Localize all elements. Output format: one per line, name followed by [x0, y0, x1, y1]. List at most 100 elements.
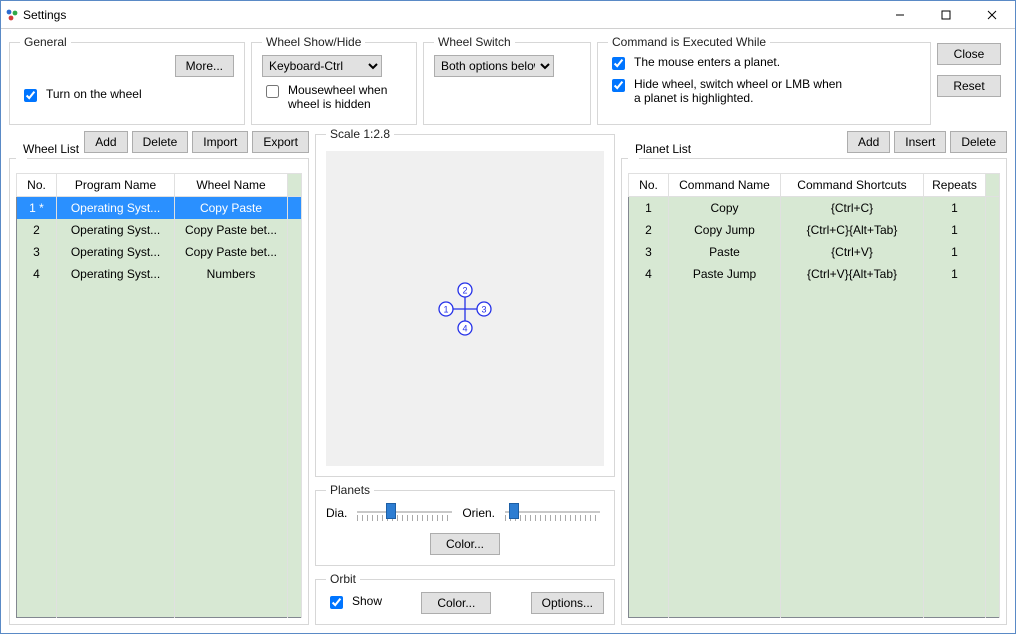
table-row[interactable] [629, 485, 1000, 507]
exec-mouse-enters-checkbox[interactable]: The mouse enters a planet. [608, 55, 920, 73]
close-button[interactable]: Close [937, 43, 1001, 65]
table-row[interactable] [17, 374, 302, 396]
table-row[interactable] [629, 529, 1000, 551]
table-row[interactable] [629, 329, 1000, 351]
group-exec-while-legend: Command is Executed While [608, 35, 770, 49]
wheel-delete-button[interactable]: Delete [132, 131, 189, 153]
table-row[interactable] [17, 595, 302, 617]
table-row[interactable] [17, 507, 302, 529]
table-row[interactable] [17, 440, 302, 462]
dia-label: Dia. [326, 506, 347, 520]
wheel-list-frame: . No. Program Name Wheel Name [9, 151, 309, 625]
table-row[interactable] [629, 307, 1000, 329]
planet-col-no[interactable]: No. [629, 174, 669, 197]
wheel-switch-select[interactable]: Both options below [434, 55, 554, 77]
planet-col-cmd[interactable]: Command Name [669, 174, 781, 197]
table-row[interactable] [629, 595, 1000, 617]
titlebar: Settings [1, 1, 1015, 29]
planet-insert-button[interactable]: Insert [894, 131, 946, 153]
table-row[interactable] [629, 551, 1000, 573]
svg-text:1: 1 [443, 304, 448, 314]
planet-list-frame: . No. Command Name Command Shor [621, 151, 1007, 625]
planet-col-sc[interactable]: Command Shortcuts [781, 174, 924, 197]
table-row[interactable] [17, 529, 302, 551]
turn-on-wheel-checkbox[interactable]: Turn on the wheel [20, 87, 234, 105]
group-exec-while: Command is Executed While The mouse ente… [597, 35, 931, 125]
svg-text:2: 2 [462, 285, 467, 295]
group-show-hide-legend: Wheel Show/Hide [262, 35, 365, 49]
minimize-button[interactable] [877, 1, 923, 28]
table-row[interactable] [17, 329, 302, 351]
wheel-list-legend: Wheel List [19, 142, 83, 156]
orbit-options-button[interactable]: Options... [531, 592, 604, 614]
table-row[interactable] [17, 573, 302, 595]
group-orbit: Orbit Show Color... Options... [315, 572, 615, 625]
dia-slider[interactable] [357, 503, 452, 523]
mousewheel-hidden-checkbox[interactable]: Mousewheel when wheel is hidden [262, 83, 406, 111]
table-row[interactable]: 3Operating Syst...Copy Paste bet... [17, 241, 302, 263]
show-hide-select[interactable]: Keyboard-Ctrl [262, 55, 382, 77]
table-row[interactable] [17, 485, 302, 507]
wheel-list-grid[interactable]: No. Program Name Wheel Name 1 *Operating… [16, 173, 302, 618]
table-row[interactable]: 1 *Operating Syst...Copy Paste [17, 197, 302, 219]
table-row[interactable] [629, 462, 1000, 484]
table-row[interactable]: 4Paste Jump{Ctrl+V}{Alt+Tab}1 [629, 263, 1000, 285]
group-scale: Scale 1:2.8 2 3 4 1 [315, 127, 615, 477]
table-row[interactable] [629, 418, 1000, 440]
group-general-legend: General [20, 35, 71, 49]
maximize-button[interactable] [923, 1, 969, 28]
wheel-col-no[interactable]: No. [17, 174, 57, 197]
close-window-button[interactable] [969, 1, 1015, 28]
orien-slider[interactable] [505, 503, 600, 523]
wheel-col-wheel[interactable]: Wheel Name [175, 174, 288, 197]
orbit-show-label: Show [352, 594, 382, 608]
orbit-color-button[interactable]: Color... [421, 592, 491, 614]
table-row[interactable]: 2Operating Syst...Copy Paste bet... [17, 219, 302, 241]
svg-text:4: 4 [462, 323, 467, 333]
planets-color-button[interactable]: Color... [430, 533, 500, 555]
table-row[interactable] [17, 396, 302, 418]
table-row[interactable]: 1Copy{Ctrl+C}1 [629, 197, 1000, 219]
group-wheel-switch: Wheel Switch Both options below [423, 35, 591, 125]
table-row[interactable] [629, 285, 1000, 307]
orbit-legend: Orbit [326, 572, 360, 586]
table-row[interactable] [17, 352, 302, 374]
table-row[interactable] [629, 374, 1000, 396]
orien-label: Orien. [462, 506, 495, 520]
group-planets: Planets Dia. Orien. Color... [315, 483, 615, 566]
exec-mouse-enters-label: The mouse enters a planet. [634, 55, 780, 69]
window-title: Settings [23, 8, 877, 22]
reset-button[interactable]: Reset [937, 75, 1001, 97]
table-row[interactable] [17, 307, 302, 329]
table-row[interactable] [629, 507, 1000, 529]
planet-col-rep[interactable]: Repeats [924, 174, 986, 197]
group-general: General More... Turn on the wheel [9, 35, 245, 125]
table-row[interactable] [17, 462, 302, 484]
table-row[interactable] [17, 418, 302, 440]
scale-legend: Scale 1:2.8 [326, 127, 394, 141]
table-row[interactable] [629, 396, 1000, 418]
wheel-preview: 2 3 4 1 [326, 151, 604, 466]
planet-add-button[interactable]: Add [847, 131, 890, 153]
wheel-import-button[interactable]: Import [192, 131, 248, 153]
table-row[interactable] [17, 551, 302, 573]
table-row[interactable] [629, 440, 1000, 462]
wheel-add-button[interactable]: Add [84, 131, 127, 153]
planet-list-grid[interactable]: No. Command Name Command Shortcuts Repea… [628, 173, 1000, 618]
group-show-hide: Wheel Show/Hide Keyboard-Ctrl Mousewheel… [251, 35, 417, 125]
table-row[interactable] [17, 285, 302, 307]
exec-hide-wheel-label: Hide wheel, switch wheel or LMB when a p… [634, 77, 844, 105]
wheel-export-button[interactable]: Export [252, 131, 309, 153]
wheel-col-program[interactable]: Program Name [57, 174, 175, 197]
group-wheel-switch-legend: Wheel Switch [434, 35, 515, 49]
orbit-show-checkbox[interactable]: Show [326, 594, 382, 612]
table-row[interactable] [629, 573, 1000, 595]
table-row[interactable]: 2Copy Jump{Ctrl+C}{Alt+Tab}1 [629, 219, 1000, 241]
planet-col-handle [986, 174, 1000, 197]
more-button[interactable]: More... [175, 55, 234, 77]
table-row[interactable] [629, 352, 1000, 374]
table-row[interactable]: 3Paste{Ctrl+V}1 [629, 241, 1000, 263]
table-row[interactable]: 4Operating Syst...Numbers [17, 263, 302, 285]
exec-hide-wheel-checkbox[interactable]: Hide wheel, switch wheel or LMB when a p… [608, 77, 920, 105]
planet-delete-button[interactable]: Delete [950, 131, 1007, 153]
